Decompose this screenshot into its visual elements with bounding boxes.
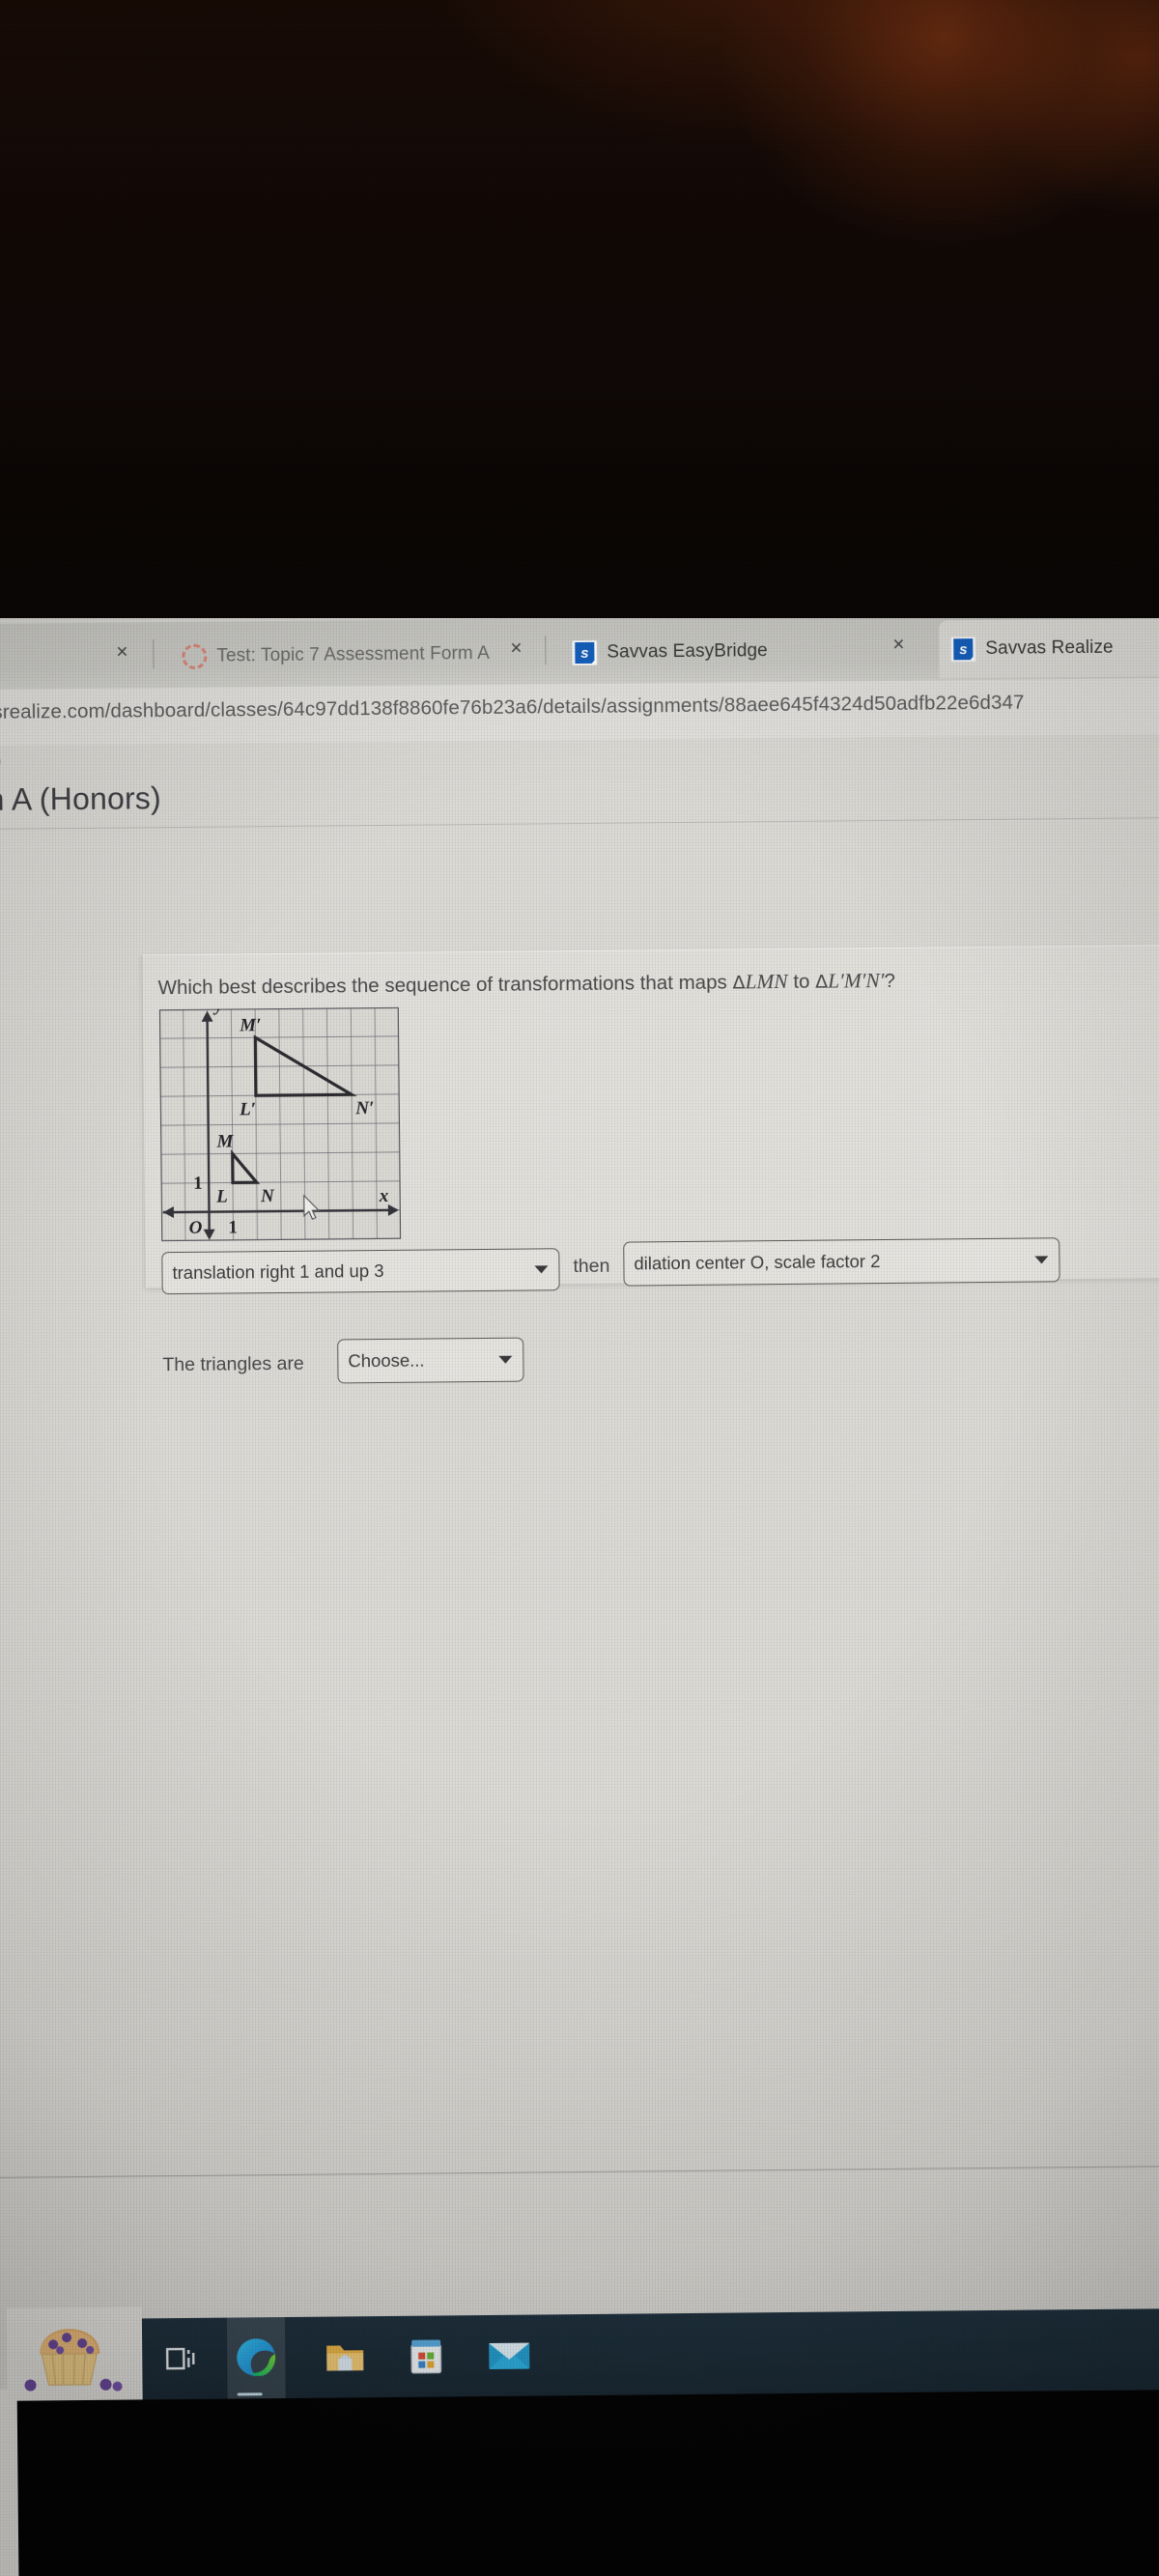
tab-close-button-test-topic-7[interactable]: × [510, 637, 522, 660]
photograph-of-monitor: × Test: Topic 7 Assessment Form A × s Sa… [0, 0, 1159, 2576]
then-label: then [573, 1255, 610, 1278]
figure-lmn: LMN [745, 969, 788, 994]
task-view-icon[interactable] [152, 2330, 211, 2389]
dark-room-background [0, 0, 1159, 618]
loading-spinner-icon [182, 643, 208, 669]
page-subtitle: R) [0, 751, 2, 773]
chevron-down-icon [498, 1355, 513, 1364]
browser-tab-title: Test: Topic 7 Assessment Form A [216, 642, 491, 666]
dropdown-transformation-2-value: dilation center O, scale factor 2 [634, 1251, 881, 1274]
dropdown-similarity-value: Choose... [348, 1349, 425, 1372]
browser-tab-title: Savvas EasyBridge [607, 640, 768, 663]
coordinate-plane-svg: L M N L′ M′ N′ y x O 1 1 [158, 1006, 402, 1242]
vertex-label-N: N [260, 1186, 275, 1206]
page-body: R) m A (Honors) Which best describes the… [0, 733, 1159, 2576]
browser-tab-strip: × Test: Topic 7 Assessment Form A × s Sa… [0, 618, 1159, 690]
vertex-label-M: M [215, 1131, 234, 1151]
tab-close-button-previous[interactable]: × [116, 640, 127, 663]
address-bar-url: asrealize.com/dashboard/classes/64c97dd1… [0, 691, 1025, 723]
windows-taskbar [6, 2307, 1159, 2401]
vertex-label-M-prime: M′ [239, 1015, 261, 1035]
triangles-are-label: The triangles are [162, 1352, 304, 1376]
delta-symbol-1: Δ [732, 972, 746, 994]
microsoft-edge-icon[interactable] [226, 2317, 286, 2399]
delta-symbol-2: Δ [815, 971, 829, 993]
browser-tab-test-topic-7[interactable]: Test: Topic 7 Assessment Form A [170, 624, 530, 686]
figure-lmn-prime: L′M′N′ [828, 968, 885, 993]
page-bottom-divider [0, 2165, 1159, 2180]
mail-icon[interactable] [480, 2326, 539, 2385]
mouse-cursor [303, 1194, 321, 1220]
question-card: Which best describes the sequence of tra… [141, 944, 1159, 1384]
vertex-label-L: L [215, 1187, 228, 1207]
origin-label: O [189, 1218, 203, 1238]
browser-address-bar[interactable]: asrealize.com/dashboard/classes/64c97dd1… [0, 677, 1159, 746]
desktop-below-screen [16, 2389, 1159, 2576]
vertex-label-L-prime: L′ [239, 1099, 256, 1119]
header-divider [0, 816, 1159, 830]
y-unit-label: 1 [193, 1174, 203, 1194]
microsoft-store-icon[interactable] [397, 2327, 456, 2386]
dropdown-similarity-choice[interactable]: Choose... [337, 1337, 524, 1384]
muffin-wallpaper [6, 2307, 143, 2401]
dropdown-transformation-1[interactable]: translation right 1 and up 3 [161, 1248, 560, 1295]
vertex-label-N-prime: N′ [354, 1098, 374, 1118]
browser-tab-savvas-realize[interactable]: s Savvas Realize [939, 618, 1159, 679]
browser-tab-title: Savvas Realize [985, 637, 1114, 659]
tab-close-button-savvas-easybridge[interactable]: × [892, 634, 904, 656]
question-prompt: Which best describes the sequence of tra… [158, 969, 895, 1000]
savvas-s-icon: s [572, 639, 598, 666]
prompt-middle: to [787, 970, 816, 993]
savvas-s-icon: s [950, 637, 976, 663]
chevron-down-icon [534, 1265, 549, 1274]
prompt-suffix: ? [884, 969, 895, 992]
y-axis-label: y [212, 1007, 223, 1016]
dropdown-transformation-1-value: translation right 1 and up 3 [172, 1260, 384, 1284]
coordinate-plane-figure: L M N L′ M′ N′ y x O 1 1 [158, 1006, 402, 1242]
dropdown-transformation-2[interactable]: dilation center O, scale factor 2 [623, 1237, 1060, 1287]
x-unit-label: 1 [228, 1217, 238, 1237]
browser-tab-savvas-easybridge[interactable]: s Savvas EasyBridge [560, 621, 880, 682]
x-axis-label: x [379, 1186, 389, 1206]
monitor-screen: × Test: Topic 7 Assessment Form A × s Sa… [0, 618, 1159, 2576]
file-explorer-icon[interactable] [316, 2328, 375, 2387]
prompt-prefix: Which best describes the sequence of tra… [157, 971, 733, 1000]
chevron-down-icon [1034, 1256, 1049, 1264]
page-title: m A (Honors) [0, 780, 162, 817]
